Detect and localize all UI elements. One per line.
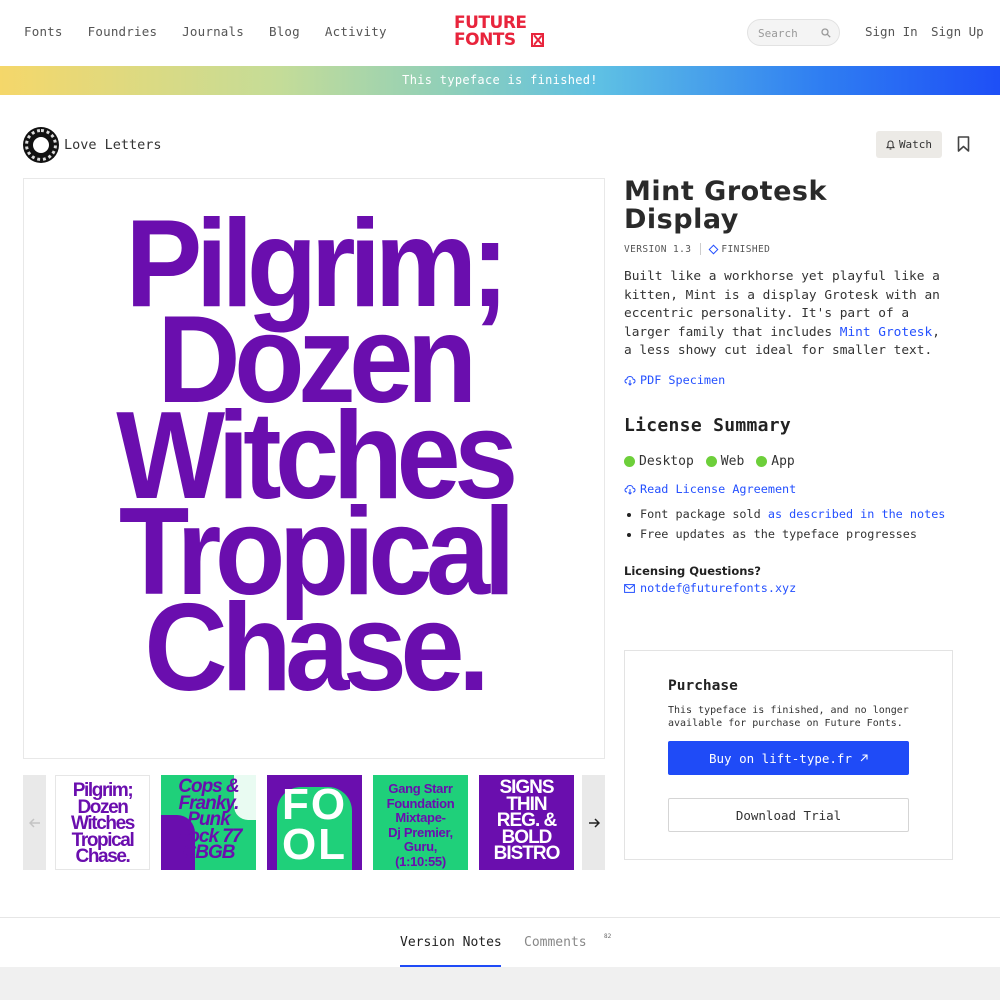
section-divider [0, 917, 1000, 918]
title-line: Mint Grotesk [624, 176, 827, 207]
buy-button[interactable]: Buy on lift-type.fr [668, 741, 909, 775]
mail-icon [624, 583, 635, 593]
typeface-description: Built like a workhorse yet playful like … [624, 268, 954, 361]
thumbnail-1[interactable]: Pilgrim; Dozen Witches Tropical Chase. [55, 775, 150, 870]
thumb-line: BISTRO [493, 843, 561, 864]
notes-link[interactable]: as described in the notes [768, 507, 946, 521]
pdf-specimen-link[interactable]: PDF Specimen [624, 373, 725, 387]
diamond-icon [708, 244, 719, 254]
license-type-app: App [756, 454, 795, 469]
foundry-name[interactable]: Love Letters [64, 137, 162, 153]
nav-fonts[interactable]: Fonts [24, 24, 63, 39]
foundry-avatar[interactable] [23, 127, 59, 163]
tab-version-notes[interactable]: Version Notes [400, 935, 502, 950]
future-fonts-logo[interactable]: FUTURE FONTS [454, 15, 546, 51]
thumb-line: (1:10:55) [395, 853, 446, 869]
nav-activity[interactable]: Activity [325, 24, 387, 39]
license-type-web: Web [705, 454, 745, 469]
check-dot-icon [624, 456, 635, 467]
purchase-note: This typeface is finished, and no longer… [668, 705, 909, 729]
version-label: VERSION 1.3 [624, 243, 692, 255]
thumbnail-5[interactable]: SIGNS THIN REG. & BOLD BISTRO [479, 775, 574, 870]
license-type-desktop: Desktop [624, 454, 694, 469]
list-item: Free updates as the typeface progresses [624, 525, 945, 545]
thumb-line: Guru, [403, 839, 438, 854]
thumbnail-3[interactable]: FO OL [267, 775, 362, 870]
thumbnail-text: FO OL [267, 780, 362, 869]
nav-blog[interactable]: Blog [269, 24, 300, 39]
thumb-line: OL [281, 820, 348, 869]
search-input[interactable] [758, 25, 818, 41]
search-icon[interactable] [821, 28, 831, 38]
carousel-prev-button[interactable] [23, 775, 46, 870]
search-box [747, 19, 840, 46]
thumb-line: FO [281, 780, 348, 829]
tab-comments[interactable]: Comments [524, 935, 587, 950]
license-type-label: Web [720, 454, 745, 469]
licensing-questions-label: Licensing Questions? [624, 564, 761, 578]
site-header: Fonts Foundries Journals Blog Activity F… [0, 0, 1000, 66]
title-line: Display [624, 204, 739, 235]
nav-foundries[interactable]: Foundries [88, 24, 158, 39]
bell-icon [885, 139, 895, 149]
specimen-line: Chase. [144, 579, 490, 717]
thumb-line: Chase. [75, 846, 131, 867]
read-license-link[interactable]: Read License Agreement [624, 482, 796, 496]
license-summary-heading: License Summary [624, 415, 792, 436]
license-bullets: Font package sold as described in the no… [624, 505, 945, 544]
email-link[interactable]: notdef@futurefonts.xyz [624, 581, 796, 595]
thumbnail-2[interactable]: Cops & Franky. Punk Rock 77 CBGB [161, 775, 256, 870]
thumb-line: Foundation [386, 795, 455, 811]
nav-journals[interactable]: Journals [182, 24, 244, 39]
logo-x-box-icon [531, 33, 544, 47]
status-badge: FINISHED [721, 243, 771, 255]
sign-up-link[interactable]: Sign Up [931, 24, 984, 39]
thumbnail-4[interactable]: Gang Starr Foundation Mixtape- Dj Premie… [373, 775, 468, 870]
email-address: notdef@futurefonts.xyz [640, 581, 797, 595]
purchase-heading: Purchase [668, 678, 738, 694]
external-link-icon [860, 754, 868, 762]
watch-button[interactable]: Watch [876, 131, 942, 158]
comments-count: 82 [604, 933, 612, 940]
cloud-download-icon [624, 375, 636, 386]
pdf-specimen-label: PDF Specimen [640, 373, 726, 387]
arrow-left-icon [28, 817, 40, 828]
typeface-title: Mint Grotesk Display [624, 178, 954, 234]
bullet-text: Font package sold [640, 507, 768, 521]
main-nav: Fonts Foundries Journals Blog Activity [24, 24, 387, 39]
status-banner: This typeface is finished! [0, 66, 1000, 95]
thumb-line: CBGB [182, 842, 236, 863]
license-types: Desktop Web App [624, 454, 795, 469]
sign-in-link[interactable]: Sign In [865, 24, 918, 39]
content-area [0, 967, 1000, 1000]
meta-divider [700, 243, 702, 255]
arrow-right-icon [588, 817, 600, 828]
check-dot-icon [756, 456, 768, 467]
thumbnail-text: SIGNS THIN REG. & BOLD BISTRO [479, 775, 574, 864]
download-trial-button[interactable]: Download Trial [668, 798, 909, 832]
license-type-label: Desktop [639, 454, 694, 469]
thumb-line: Mixtape- [395, 810, 446, 825]
thumbnail-text: Pilgrim; Dozen Witches Tropical Chase. [56, 776, 149, 867]
purchase-card: Purchase This typeface is finished, and … [624, 650, 953, 860]
thumbnail-text: Cops & Franky. Punk Rock 77 CBGB [161, 777, 256, 863]
specimen-image: Pilgrim; Dozen Witches Tropical Chase. [23, 178, 605, 759]
banner-text: This typeface is finished! [402, 73, 598, 87]
list-item: Font package sold as described in the no… [624, 505, 945, 525]
specimen-text: Pilgrim; Dozen Witches Tropical Chase. [24, 202, 604, 717]
thumb-line: Gang Starr [388, 781, 453, 796]
thumbnail-text: Gang Starr Foundation Mixtape- Dj Premie… [373, 775, 468, 869]
buy-label: Buy on lift-type.fr [709, 750, 852, 766]
cloud-download-icon [624, 484, 636, 495]
avatar-ring [25, 129, 57, 161]
check-dot-icon [705, 456, 717, 467]
carousel-next-button[interactable] [582, 775, 605, 870]
watch-label: Watch [898, 138, 933, 151]
version-meta: VERSION 1.3 FINISHED [624, 243, 770, 255]
mint-grotesk-link[interactable]: Mint Grotesk [840, 325, 932, 340]
read-license-label: Read License Agreement [640, 482, 797, 496]
thumb-line: Dj Premier, [388, 824, 453, 840]
bookmark-icon[interactable] [957, 136, 970, 152]
license-type-label: App [771, 454, 795, 469]
